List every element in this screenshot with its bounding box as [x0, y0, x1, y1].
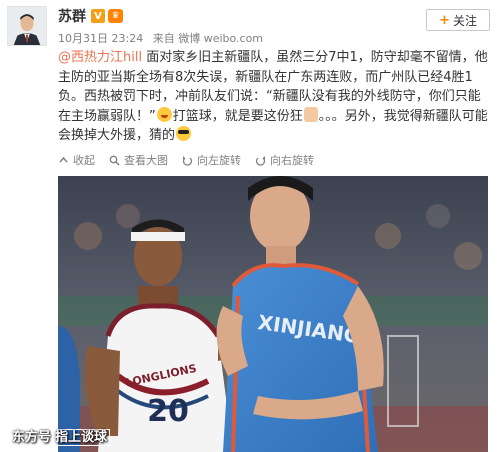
post-text-part-2: 打篮球，就是要这份狂	[172, 108, 303, 124]
follow-button[interactable]: + 关注	[426, 9, 490, 31]
collapse-label: 收起	[73, 154, 95, 167]
rotate-right-button[interactable]: 向右旋转	[255, 152, 314, 168]
thumbs-up-emoji-icon	[303, 106, 318, 122]
watermark-brand: 东方号	[12, 430, 52, 445]
watermark-channel: 指上谈球	[52, 429, 111, 446]
view-large-label: 查看大图	[124, 154, 168, 167]
image-action-bar: 收起 查看大图 向左旋转 向右旋转	[58, 152, 328, 168]
view-large-button[interactable]: 查看大图	[109, 152, 168, 168]
plus-icon: +	[439, 12, 450, 28]
user-mention-link[interactable]: @西热力江hill	[58, 50, 142, 65]
collapse-button[interactable]: 收起	[58, 152, 95, 168]
post-meta: 10月31日 23:24 来自 微博 weibo.com	[58, 30, 269, 46]
magnifier-icon	[109, 155, 120, 166]
laugh-emoji-icon	[156, 106, 172, 122]
follow-label: 关注	[452, 13, 477, 28]
post-source[interactable]: 来自 微博 weibo.com	[153, 32, 263, 45]
post-time[interactable]: 10月31日 23:24	[58, 32, 143, 45]
author-name[interactable]: 苏群	[58, 6, 86, 26]
member-crown-icon: ♛	[108, 9, 123, 23]
rotate-right-icon	[255, 155, 266, 166]
cool-emoji-icon	[176, 126, 192, 142]
rotate-left-label: 向左旋转	[197, 154, 241, 167]
post-header: 苏群 V ♛ 10月31日 23:24 来自 微博 weibo.com	[58, 6, 269, 46]
rotate-right-label: 向右旋转	[270, 154, 314, 167]
basketball-players-image: LONGLIONS 20 XINJIANG	[58, 176, 488, 452]
left-jersey-number: 20	[147, 394, 189, 429]
rotate-left-button[interactable]: 向左旋转	[182, 152, 241, 168]
watermark: 东方号 指上谈球	[12, 426, 111, 446]
post-photo[interactable]: LONGLIONS 20 XINJIANG	[58, 176, 488, 452]
verified-badge-icon: V	[91, 9, 105, 23]
rotate-left-icon	[182, 155, 193, 166]
author-avatar[interactable]	[7, 6, 47, 46]
post-text: @西热力江hill 面对家乡旧主新疆队，虽然三分7中1，防守却毫不留情，他主防的…	[58, 48, 492, 146]
collapse-arrow-icon	[59, 156, 68, 162]
